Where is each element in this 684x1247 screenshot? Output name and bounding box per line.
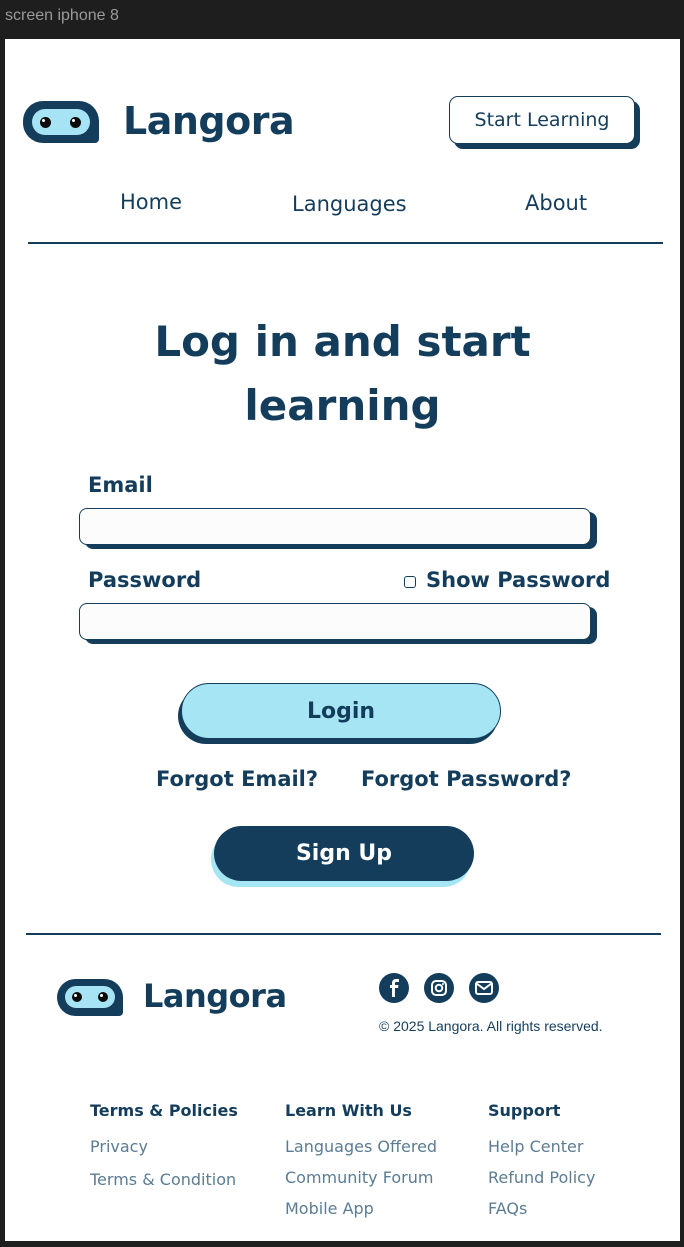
- instagram-icon[interactable]: [424, 973, 454, 1003]
- email-label: Email: [88, 473, 153, 497]
- nav-home[interactable]: Home: [120, 190, 182, 214]
- footer-col-support-heading: Support: [488, 1101, 561, 1120]
- nav-languages[interactable]: Languages: [292, 192, 407, 216]
- footer-col-learn-heading: Learn With Us: [285, 1101, 412, 1120]
- forgot-password-link[interactable]: Forgot Password?: [361, 767, 571, 791]
- phone-screen: Langora Start Learning Home Languages Ab…: [5, 39, 680, 1241]
- brand-name: Langora: [123, 99, 295, 143]
- email-field[interactable]: [79, 508, 591, 545]
- footer-link-help-center[interactable]: Help Center: [488, 1137, 583, 1156]
- show-password-label[interactable]: Show Password: [426, 568, 610, 592]
- sign-up-button[interactable]: Sign Up: [214, 826, 474, 881]
- footer-link-terms[interactable]: Terms & Condition: [90, 1170, 236, 1189]
- footer-divider: [26, 933, 661, 935]
- footer-link-faqs[interactable]: FAQs: [488, 1199, 527, 1218]
- footer-col-terms-heading: Terms & Policies: [90, 1101, 238, 1120]
- footer-link-languages-offered[interactable]: Languages Offered: [285, 1137, 437, 1156]
- copyright-text: © 2025 Langora. All rights reserved.: [379, 1018, 603, 1034]
- page-title-line1: Log in and start: [154, 317, 531, 366]
- forgot-email-link[interactable]: Forgot Email?: [156, 767, 318, 791]
- logo-robot-icon: [23, 101, 99, 143]
- footer-link-mobile-app[interactable]: Mobile App: [285, 1199, 374, 1218]
- password-field[interactable]: [79, 603, 591, 640]
- start-learning-button[interactable]: Start Learning: [449, 96, 635, 144]
- footer-logo-robot-icon: [57, 979, 123, 1016]
- page-title-line2: learning: [244, 381, 441, 430]
- nav-about[interactable]: About: [525, 191, 587, 215]
- header-logo[interactable]: Langora: [23, 99, 295, 149]
- footer-link-privacy[interactable]: Privacy: [90, 1137, 148, 1156]
- facebook-icon[interactable]: [379, 973, 409, 1003]
- password-label: Password: [88, 568, 202, 592]
- login-button[interactable]: Login: [181, 683, 501, 739]
- footer-logo[interactable]: Langora: [57, 977, 287, 1023]
- footer-brand-name: Langora: [143, 977, 287, 1015]
- header-divider: [28, 242, 663, 244]
- mail-icon[interactable]: [469, 973, 499, 1003]
- show-password-checkbox[interactable]: [404, 576, 416, 588]
- footer-link-community-forum[interactable]: Community Forum: [285, 1168, 433, 1187]
- frame-label: screen iphone 8: [5, 7, 119, 24]
- footer-link-refund-policy[interactable]: Refund Policy: [488, 1168, 595, 1187]
